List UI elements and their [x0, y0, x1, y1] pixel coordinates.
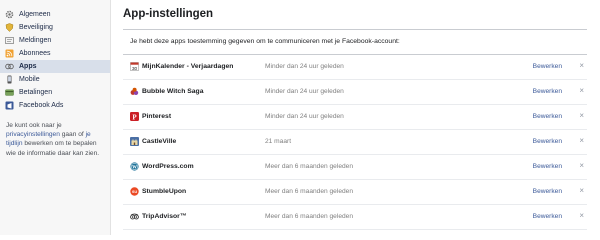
app-last-used: Minder dan 24 uur geleden [265, 63, 344, 70]
sidebar-item-label: Meldingen [19, 37, 52, 44]
apps-icon [5, 62, 14, 71]
remove-icon[interactable]: × [579, 111, 584, 120]
remove-icon[interactable]: × [579, 136, 584, 145]
calendar-icon-text: 30 [132, 66, 138, 71]
app-last-used: 21 maart [265, 138, 292, 145]
app-last-used: Meer dan 6 maanden geleden [265, 213, 353, 220]
tripadvisor-icon [130, 212, 139, 221]
remove-icon[interactable]: × [579, 186, 584, 195]
payments-icon [5, 88, 14, 97]
bubble-witch-icon [130, 87, 139, 96]
sidebar-item-beveiliging[interactable]: Beveiliging [0, 21, 110, 34]
note-text: gaan of [59, 131, 86, 139]
edit-button[interactable]: Bewerken [533, 88, 562, 95]
app-row-bubble-witch-saga: Bubble Witch Saga Minder dan 24 uur gele… [123, 80, 587, 105]
privacy-settings-link[interactable]: privacyinstellingen [6, 131, 60, 138]
app-row-mijnkalender: 30 MijnKalender - Verjaardagen Minder da… [123, 55, 587, 80]
notifications-icon [5, 36, 14, 45]
app-name: Bubble Witch Saga [142, 88, 204, 95]
rss-icon [5, 49, 14, 58]
settings-nav: Algemeen Beveiliging Meldingen Abonnees … [0, 0, 110, 112]
pinterest-icon: P [130, 112, 139, 121]
sidebar-item-label: Mobile [19, 76, 40, 83]
calendar-icon: 30 [130, 62, 139, 71]
app-row-tripadvisor: TripAdvisor™ Meer dan 6 maanden geleden … [123, 205, 587, 230]
app-name: WordPress.com [142, 163, 194, 170]
page-title: App-instellingen [123, 8, 214, 20]
sidebar-item-mobile[interactable]: Mobile [0, 73, 110, 86]
shield-icon [5, 23, 14, 32]
remove-icon[interactable]: × [579, 61, 584, 70]
app-name: TripAdvisor™ [142, 213, 187, 220]
app-name: MijnKalender - Verjaardagen [142, 63, 234, 70]
app-row-wordpress: W WordPress.com Meer dan 6 maanden geled… [123, 155, 587, 180]
app-row-pinterest: P Pinterest Minder dan 24 uur geleden Be… [123, 105, 587, 130]
edit-button[interactable]: Bewerken [533, 138, 562, 145]
sidebar-item-betalingen[interactable]: Betalingen [0, 86, 110, 99]
ads-icon [5, 101, 14, 110]
app-list: 30 MijnKalender - Verjaardagen Minder da… [123, 55, 587, 230]
wordpress-icon-text: W [132, 165, 137, 170]
app-last-used: Meer dan 6 maanden geleden [265, 188, 353, 195]
sidebar-item-algemeen[interactable]: Algemeen [0, 8, 110, 21]
sidebar-item-apps[interactable]: Apps [0, 60, 110, 73]
mobile-icon [5, 75, 14, 84]
sidebar-item-label: Abonnees [19, 50, 51, 57]
sidebar: Algemeen Beveiliging Meldingen Abonnees … [0, 0, 111, 235]
sidebar-item-label: Beveiliging [19, 24, 53, 31]
app-last-used: Minder dan 24 uur geleden [265, 88, 344, 95]
wordpress-icon: W [130, 162, 139, 171]
sidebar-item-label: Facebook Ads [19, 102, 64, 109]
edit-button[interactable]: Bewerken [533, 213, 562, 220]
app-row-castleville: CastleVille 21 maart Bewerken × [123, 130, 587, 155]
edit-button[interactable]: Bewerken [533, 163, 562, 170]
app-row-stumbleupon: su StumbleUpon Meer dan 6 maanden gelede… [123, 180, 587, 205]
intro-text: Je hebt deze apps toestemming gegeven om… [130, 38, 400, 45]
sidebar-privacy-note: Je kunt ook naar je privacyinstellingen … [6, 121, 106, 158]
gear-icon [5, 10, 14, 19]
remove-icon[interactable]: × [579, 86, 584, 95]
stumbleupon-icon-text: su [132, 189, 137, 194]
sidebar-item-label: Betalingen [19, 89, 53, 96]
edit-button[interactable]: Bewerken [533, 188, 562, 195]
sidebar-item-facebook-ads[interactable]: Facebook Ads [0, 99, 110, 112]
app-name: StumbleUpon [142, 188, 187, 195]
castleville-icon [130, 137, 139, 146]
stumbleupon-icon: su [130, 187, 139, 196]
edit-button[interactable]: Bewerken [533, 63, 562, 70]
remove-icon[interactable]: × [579, 211, 584, 220]
app-last-used: Meer dan 6 maanden geleden [265, 163, 353, 170]
edit-button[interactable]: Bewerken [533, 113, 562, 120]
sidebar-item-label: Apps [19, 63, 37, 70]
app-name: CastleVille [142, 138, 177, 145]
main-content: App-instellingen Je hebt deze apps toest… [117, 0, 587, 235]
sidebar-item-abonnees[interactable]: Abonnees [0, 47, 110, 60]
remove-icon[interactable]: × [579, 161, 584, 170]
pinterest-icon-text: P [132, 113, 137, 121]
sidebar-item-label: Algemeen [19, 11, 51, 18]
sidebar-item-meldingen[interactable]: Meldingen [0, 34, 110, 47]
app-name: Pinterest [142, 113, 172, 120]
divider [123, 29, 587, 30]
note-text: Je kunt ook naar je [6, 122, 62, 129]
app-last-used: Minder dan 24 uur geleden [265, 113, 344, 120]
